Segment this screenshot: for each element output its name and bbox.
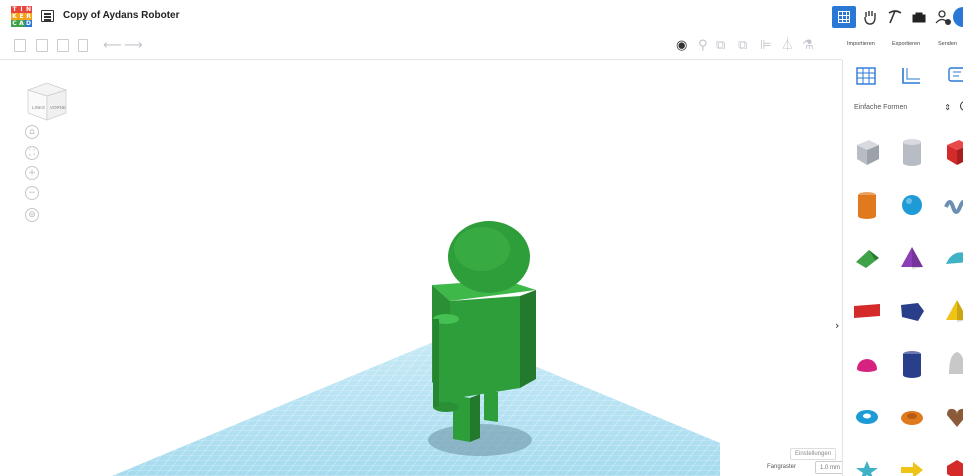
redo-icon[interactable]: ⟶: [124, 39, 143, 52]
shape-gem[interactable]: [936, 446, 963, 476]
import-export-row: Importieren Exportieren Senden: [842, 32, 963, 60]
shape-text[interactable]: [846, 287, 888, 335]
logo-letter: E: [18, 13, 25, 20]
title-bar: TINKERCAD Copy of Aydans Roboter: [0, 0, 963, 32]
hand-icon: [864, 11, 876, 25]
add-user-button[interactable]: [931, 6, 955, 28]
tinkercad-logo[interactable]: TINKERCAD: [11, 6, 32, 28]
3d-view-button[interactable]: [832, 6, 856, 28]
copy-icon[interactable]: [14, 39, 26, 52]
delete-icon[interactable]: [78, 39, 88, 52]
logo-letter: N: [25, 6, 32, 13]
shape-torus[interactable]: [846, 393, 888, 441]
shape-heart[interactable]: [936, 393, 963, 441]
shape-pyramid[interactable]: [936, 287, 963, 335]
document-title[interactable]: Copy of Aydans Roboter: [63, 10, 179, 21]
shape-category-select[interactable]: Einfache Formen ⇕: [851, 100, 953, 118]
grid-icon: [838, 11, 850, 23]
shape-category-value: Einfache Formen: [854, 104, 908, 111]
blocks-view-button[interactable]: [858, 6, 882, 28]
shape-round-roof[interactable]: [936, 234, 963, 282]
3d-viewport[interactable]: LINKS VORNE ⌂ ⛶ + − ⊚ ›: [0, 60, 842, 476]
shape-roof[interactable]: [846, 234, 888, 282]
duplicate-icon[interactable]: [57, 39, 69, 52]
scene: [112, 221, 720, 476]
shape-cylinder-striped[interactable]: [891, 128, 933, 176]
briefcase-icon: [912, 12, 926, 23]
shape-polygon-prism[interactable]: [891, 340, 933, 388]
logo-letter: R: [25, 13, 32, 20]
tinkercad-app: TINKERCAD Copy of Aydans Roboter ⟵ ⟶ ◉ ⚲: [0, 0, 963, 476]
shape-paraboloid[interactable]: [936, 340, 963, 388]
shape-sphere[interactable]: [891, 181, 933, 229]
shape-cylinder[interactable]: [846, 181, 888, 229]
ungroup-icon[interactable]: ⧉: [738, 38, 747, 54]
mirror-icon[interactable]: ⏃: [781, 38, 794, 54]
export-button[interactable]: Exportieren: [892, 41, 920, 47]
shape-arrow[interactable]: [891, 446, 933, 476]
align-icon[interactable]: ⊫: [760, 38, 771, 54]
pickaxe-icon: [888, 10, 902, 24]
shape-box[interactable]: [936, 128, 963, 176]
note-icon[interactable]: ⚲: [698, 38, 708, 54]
projects-button[interactable]: [907, 6, 931, 28]
paste-icon[interactable]: [36, 39, 48, 52]
shapes-panel: Einfache Formen ⇕: [842, 60, 963, 476]
add-user-icon: [935, 10, 951, 25]
select-arrows-icon: ⇕: [944, 103, 951, 112]
workplane-grid-icon[interactable]: [855, 66, 877, 91]
shape-star[interactable]: [846, 446, 888, 476]
bricks-view-button[interactable]: [883, 6, 907, 28]
logo-letter: D: [25, 20, 32, 27]
shape-polygon[interactable]: [891, 287, 933, 335]
settings-button[interactable]: Einstellungen: [790, 448, 837, 460]
shape-box-striped[interactable]: [846, 128, 888, 176]
send-button[interactable]: Senden: [938, 41, 957, 47]
cruise-icon[interactable]: ⚗: [802, 38, 814, 54]
ruler-icon[interactable]: [900, 66, 922, 91]
logo-letter: K: [11, 13, 18, 20]
show-all-icon[interactable]: ◉: [676, 38, 687, 54]
collapse-panel-chevron-icon[interactable]: ›: [835, 319, 839, 332]
undo-icon[interactable]: ⟵: [103, 39, 122, 52]
notes-icon[interactable]: [946, 66, 963, 91]
design-menu-icon[interactable]: [41, 10, 54, 22]
import-button[interactable]: Importieren: [847, 41, 875, 47]
group-icon[interactable]: ⧉: [716, 38, 725, 54]
edit-toolbar: ⟵ ⟶ ◉ ⚲ ⧉ ⧉ ⊫ ⏃ ⚗: [0, 32, 842, 60]
logo-letter: C: [11, 20, 18, 27]
shape-tube[interactable]: [891, 393, 933, 441]
shape-scribble[interactable]: [936, 181, 963, 229]
shape-cone[interactable]: [891, 234, 933, 282]
snap-grid-label: Fangraster: [767, 464, 797, 470]
logo-letter: T: [11, 6, 18, 13]
logo-letter: A: [18, 20, 25, 27]
shape-half-sphere[interactable]: [846, 340, 888, 388]
logo-letter: I: [18, 6, 25, 13]
